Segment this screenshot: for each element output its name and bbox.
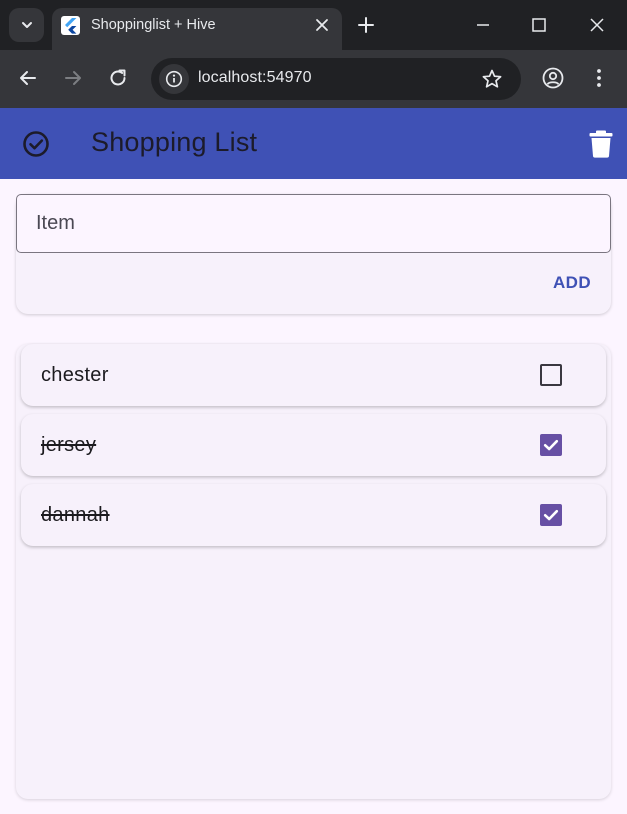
tab-search-button[interactable]: [9, 8, 44, 42]
chevron-down-icon: [21, 22, 32, 28]
list-item[interactable]: chester: [21, 344, 606, 406]
check-circle-icon[interactable]: [20, 128, 52, 160]
url-text: localhost:54970: [198, 69, 312, 86]
bookmark-star-icon[interactable]: [481, 68, 503, 90]
list-item[interactable]: dannah: [21, 484, 606, 546]
item-label: chester: [41, 364, 109, 386]
info-icon: [165, 70, 183, 88]
delete-icon[interactable]: [589, 130, 613, 158]
browser-tab-strip: Shoppinglist + Hive: [0, 0, 627, 50]
new-tab-icon[interactable]: [355, 14, 377, 36]
add-button[interactable]: ADD: [553, 273, 591, 293]
app-bar: Shopping List: [0, 108, 627, 179]
profile-icon[interactable]: [541, 66, 565, 90]
shopping-list: chester jersey dannah: [16, 344, 611, 799]
check-icon: [543, 439, 559, 451]
close-tab-icon[interactable]: [314, 17, 330, 33]
maximize-icon[interactable]: [528, 14, 550, 36]
tab-title: Shoppinglist + Hive: [91, 17, 216, 33]
input-card: ADD: [16, 194, 611, 314]
address-bar[interactable]: localhost:54970: [151, 58, 521, 100]
back-arrow-icon[interactable]: [16, 66, 40, 90]
browser-tab[interactable]: Shoppinglist + Hive: [52, 8, 342, 50]
item-checkbox-checked[interactable]: [540, 434, 562, 456]
reload-icon[interactable]: [106, 66, 130, 90]
item-input[interactable]: [16, 194, 611, 253]
page-title: Shopping List: [91, 127, 258, 157]
minimize-icon[interactable]: [472, 14, 494, 36]
close-window-icon[interactable]: [586, 14, 608, 36]
browser-toolbar: localhost:54970: [0, 50, 627, 108]
flutter-favicon-icon: [61, 16, 80, 35]
item-checkbox-checked[interactable]: [540, 504, 562, 526]
check-icon: [543, 509, 559, 521]
site-info-button[interactable]: [159, 64, 189, 94]
app-viewport: Shopping List ADD chester jersey dannah: [0, 108, 627, 814]
forward-arrow-icon[interactable]: [61, 66, 85, 90]
item-label: jersey: [41, 434, 97, 456]
more-menu-icon[interactable]: [587, 66, 611, 90]
list-item[interactable]: jersey: [21, 414, 606, 476]
item-label: dannah: [41, 504, 110, 526]
item-checkbox-unchecked[interactable]: [540, 364, 562, 386]
